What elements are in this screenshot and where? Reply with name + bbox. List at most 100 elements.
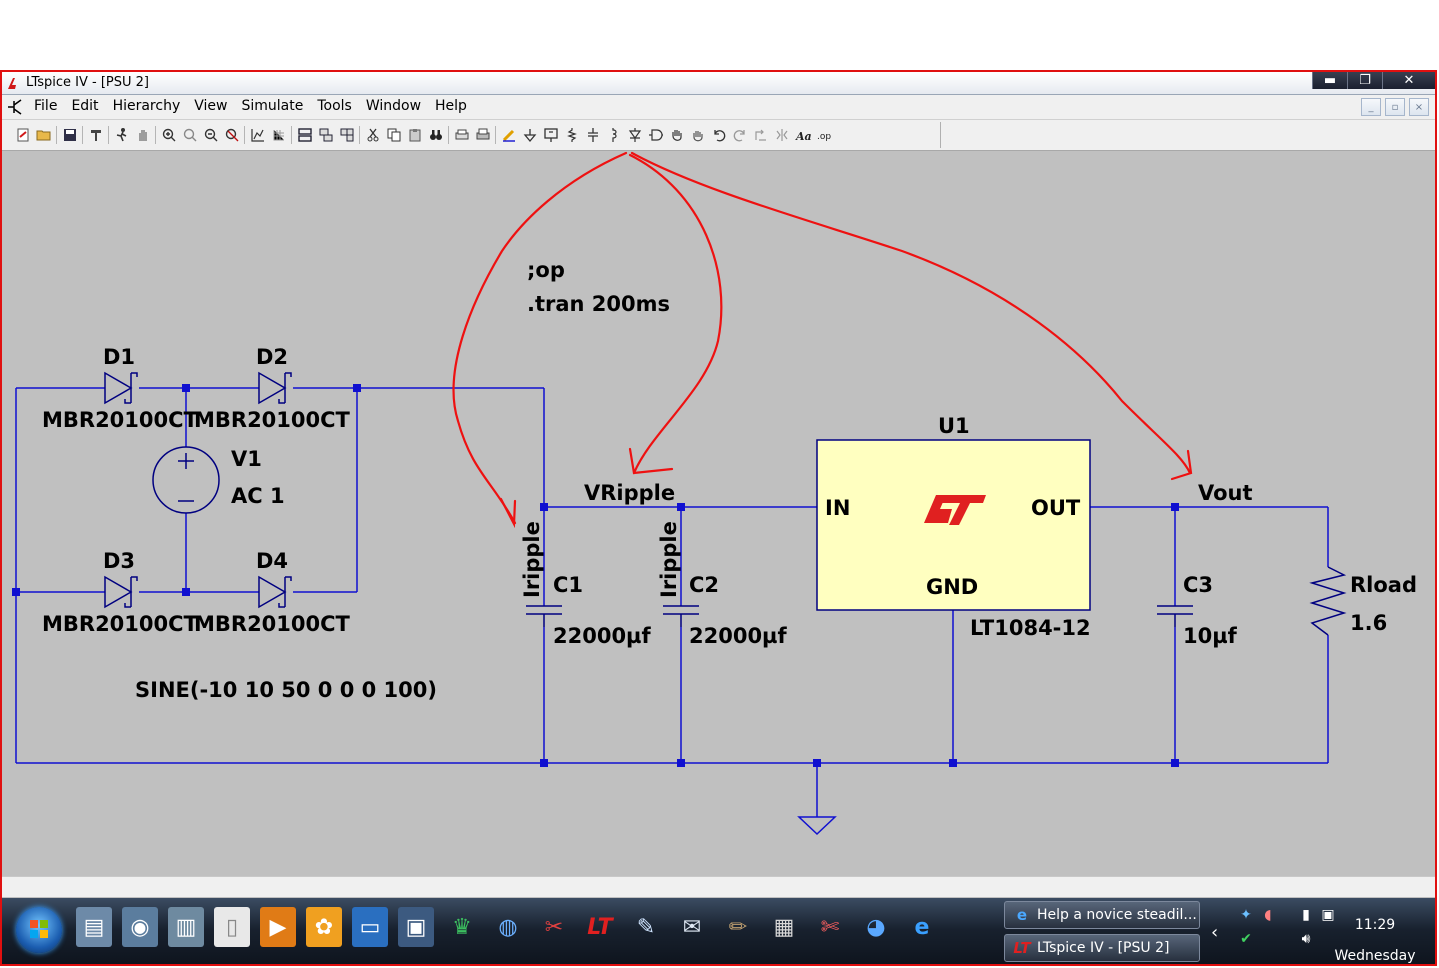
task-ie-help[interactable]: e Help a novice steadil... bbox=[1004, 901, 1200, 929]
undo-icon[interactable] bbox=[708, 125, 729, 145]
sync-icon[interactable]: ✔ bbox=[1237, 930, 1255, 948]
menu-help[interactable]: Help bbox=[435, 98, 467, 114]
directive-op[interactable]: ;op bbox=[527, 258, 565, 282]
ltspice-app-icon bbox=[8, 78, 16, 89]
draw-wire-icon[interactable] bbox=[498, 125, 519, 145]
menu-view[interactable]: View bbox=[194, 98, 227, 114]
google-earth-icon[interactable]: ◕ bbox=[858, 907, 894, 947]
directive-tran[interactable]: .tran 200ms bbox=[527, 292, 670, 316]
app-2010-icon[interactable]: ◍ bbox=[490, 907, 526, 947]
autorange-icon[interactable] bbox=[247, 125, 268, 145]
mirror-icon[interactable] bbox=[771, 125, 792, 145]
component-icon[interactable] bbox=[645, 125, 666, 145]
title-bar[interactable]: LTspice IV - [PSU 2] ▬ ❐ ✕ bbox=[2, 72, 1435, 95]
run-icon[interactable] bbox=[111, 125, 132, 145]
new-schematic-icon[interactable] bbox=[12, 125, 33, 145]
ground-icon[interactable] bbox=[519, 125, 540, 145]
transistor-icon[interactable] bbox=[6, 98, 24, 116]
ground-symbol[interactable] bbox=[797, 816, 837, 836]
copy-icon[interactable] bbox=[383, 125, 404, 145]
tile-horizontal-icon[interactable] bbox=[294, 125, 315, 145]
zoom-out-icon[interactable] bbox=[200, 125, 221, 145]
mdi-minimize-button[interactable]: _ bbox=[1361, 98, 1381, 116]
pan-icon[interactable] bbox=[179, 125, 200, 145]
menu-file[interactable]: File bbox=[34, 98, 57, 114]
maximize-button[interactable]: ❐ bbox=[1347, 72, 1382, 89]
menu-edit[interactable]: Edit bbox=[71, 98, 98, 114]
taskbar: ▤ ◉ ▥ ▯ ▶ ✿ ▭ ▣ ♛ ◍ ✂ LT ✎ ✉ ✏ ▦ ✄ ◕ e e… bbox=[2, 898, 1435, 964]
internet-explorer-icon[interactable]: e bbox=[904, 907, 940, 947]
regulator-u1[interactable]: IN OUT GND bbox=[816, 439, 1091, 611]
resistor-icon[interactable] bbox=[561, 125, 582, 145]
cascade-icon[interactable] bbox=[315, 125, 336, 145]
trophy-icon[interactable]: ♛ bbox=[444, 907, 480, 947]
save-icon[interactable] bbox=[59, 125, 80, 145]
media-player-icon[interactable]: ▶ bbox=[260, 907, 296, 947]
blank-page-icon[interactable]: ▯ bbox=[214, 907, 250, 947]
task-ltspice[interactable]: LT LTspice IV - [PSU 2] bbox=[1004, 934, 1200, 962]
diode-icon[interactable] bbox=[624, 125, 645, 145]
voltage-source-v1[interactable] bbox=[152, 446, 220, 514]
text-icon[interactable]: Aa bbox=[792, 125, 813, 145]
remote-desktop-icon[interactable]: ▣ bbox=[398, 907, 434, 947]
close-button[interactable]: ✕ bbox=[1382, 72, 1435, 89]
redo-icon[interactable] bbox=[729, 125, 750, 145]
show-hidden-icons-icon[interactable]: ‹ bbox=[1211, 922, 1218, 943]
start-button[interactable] bbox=[16, 907, 62, 953]
print-setup-icon[interactable] bbox=[451, 125, 472, 145]
mdi-close-button[interactable]: × bbox=[1409, 98, 1429, 116]
photo-gallery-icon[interactable]: ✿ bbox=[306, 907, 342, 947]
diode-d3[interactable] bbox=[104, 575, 138, 609]
zoom-in-icon[interactable] bbox=[158, 125, 179, 145]
security-icon[interactable]: ◖ bbox=[1259, 906, 1277, 924]
move-hand-icon[interactable] bbox=[666, 125, 687, 145]
document-icon[interactable]: ▤ bbox=[76, 907, 112, 947]
tile-windows-icon[interactable] bbox=[336, 125, 357, 145]
snipping-tool-icon[interactable]: ✄ bbox=[812, 907, 848, 947]
c3-value: 10µf bbox=[1183, 624, 1238, 648]
volume-icon[interactable]: 🔊︎ bbox=[1297, 930, 1315, 948]
label-net-icon[interactable] bbox=[540, 125, 561, 145]
clock[interactable]: 11:29 Wednesday bbox=[1325, 910, 1425, 964]
mdi-restore-button[interactable]: ▫ bbox=[1385, 98, 1405, 116]
open-folder-icon[interactable] bbox=[33, 125, 54, 145]
net-label-vout[interactable]: Vout bbox=[1198, 481, 1253, 505]
inductor-icon[interactable] bbox=[603, 125, 624, 145]
menu-hierarchy[interactable]: Hierarchy bbox=[113, 98, 181, 114]
find-icon[interactable] bbox=[425, 125, 446, 145]
network-app-icon[interactable]: ✦ bbox=[1237, 906, 1255, 924]
rload-ref: Rload bbox=[1350, 573, 1417, 597]
wordpad-icon[interactable]: ✉ bbox=[674, 907, 710, 947]
diode-d2[interactable] bbox=[258, 371, 292, 405]
paste-icon[interactable] bbox=[404, 125, 425, 145]
spice-directive-icon[interactable]: .op bbox=[813, 125, 834, 145]
cut-icon[interactable] bbox=[362, 125, 383, 145]
print-icon[interactable] bbox=[472, 125, 493, 145]
notepad-icon[interactable]: ✎ bbox=[628, 907, 664, 947]
halt-icon[interactable] bbox=[132, 125, 153, 145]
diode-d1[interactable] bbox=[104, 371, 138, 405]
drag-hand-icon[interactable] bbox=[687, 125, 708, 145]
tools-icon[interactable]: ✂ bbox=[536, 907, 572, 947]
diode-d4[interactable] bbox=[258, 575, 292, 609]
calculator-icon[interactable]: ▦ bbox=[766, 907, 802, 947]
schematic-canvas[interactable]: IN OUT GND D1 D2 MBR20100CT MBR20100CT V… bbox=[2, 151, 1435, 871]
control-panel-icon[interactable] bbox=[85, 125, 106, 145]
paint-icon[interactable]: ✏ bbox=[720, 907, 756, 947]
menu-tools[interactable]: Tools bbox=[317, 98, 352, 114]
desktop-icon[interactable]: ▭ bbox=[352, 907, 388, 947]
net-label-vripple[interactable]: VRipple bbox=[584, 481, 675, 505]
zoom-fit-icon[interactable] bbox=[221, 125, 242, 145]
library-icon[interactable]: ▥ bbox=[168, 907, 204, 947]
ltspice-taskbar-icon[interactable]: LT bbox=[582, 907, 618, 947]
u1-part: LT1084-12 bbox=[970, 616, 1091, 640]
capacitor-icon[interactable] bbox=[582, 125, 603, 145]
resistor-rload[interactable] bbox=[1309, 566, 1347, 636]
menu-window[interactable]: Window bbox=[366, 98, 421, 114]
power-icon[interactable]: ▮ bbox=[1297, 906, 1315, 924]
minimize-button[interactable]: ▬ bbox=[1312, 72, 1347, 89]
grid-icon[interactable] bbox=[268, 125, 289, 145]
menu-simulate[interactable]: Simulate bbox=[241, 98, 303, 114]
media-disc-icon[interactable]: ◉ bbox=[122, 907, 158, 947]
rotate-icon[interactable] bbox=[750, 125, 771, 145]
